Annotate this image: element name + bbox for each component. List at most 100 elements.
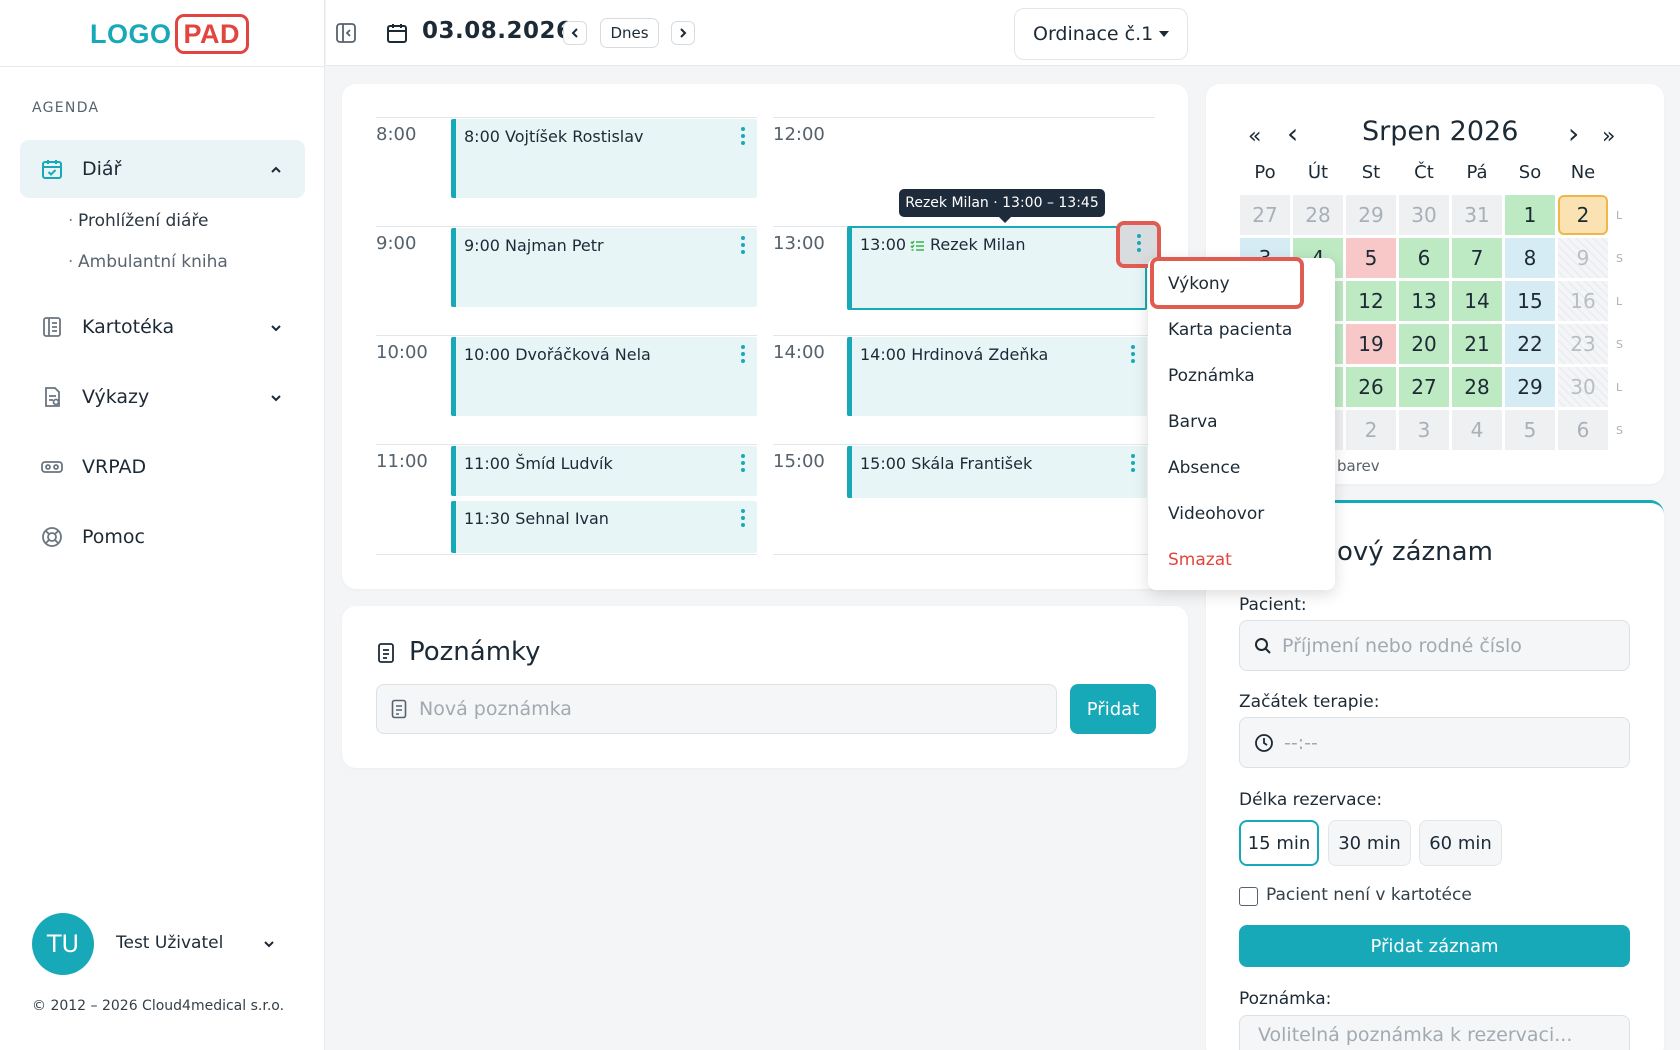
office-select[interactable]: Ordinace č.1	[1014, 8, 1188, 60]
appointment-slot[interactable]: 9:00 Najman Petr	[451, 228, 757, 307]
calendar-day[interactable]: 6	[1558, 410, 1608, 450]
calendar-day[interactable]: 3	[1399, 410, 1449, 450]
calendar-day[interactable]: 27	[1399, 367, 1449, 407]
search-icon	[1254, 637, 1272, 655]
menu-item-smazat[interactable]: Smazat	[1168, 550, 1232, 570]
appointment-slot[interactable]: 15:00 Skála František	[847, 446, 1147, 498]
calendar-day[interactable]: 29	[1346, 195, 1396, 235]
appointment-slot[interactable]: 8:00 Vojtíšek Rostislav	[451, 119, 757, 198]
calendar-day[interactable]: 26	[1346, 367, 1396, 407]
chevron-down-icon[interactable]	[262, 937, 276, 951]
calendar-day[interactable]: 29	[1505, 367, 1555, 407]
hour-line	[376, 444, 757, 445]
patient-search-input[interactable]: Příjmení nebo rodné číslo	[1239, 620, 1630, 671]
sidebar-toggle-icon[interactable]	[335, 22, 357, 44]
logo-text-pad: PAD	[174, 14, 250, 54]
calendar-day[interactable]: 15	[1505, 281, 1555, 321]
calendar-day[interactable]: 9	[1558, 238, 1608, 278]
subnav-prohlizeni-diare[interactable]: Prohlížení diáře	[68, 211, 209, 231]
menu-item-karta-pacienta[interactable]: Karta pacienta	[1168, 320, 1292, 340]
prev-day-button[interactable]	[563, 21, 587, 45]
duration-60-button[interactable]: 60 min	[1419, 820, 1502, 866]
subnav-ambulantni-kniha[interactable]: Ambulantní kniha	[68, 252, 228, 272]
calendar-day[interactable]: 28	[1293, 195, 1343, 235]
calendar-day[interactable]: 1	[1505, 195, 1555, 235]
vr-headset-icon	[40, 455, 64, 479]
calendar-day[interactable]: 12	[1346, 281, 1396, 321]
add-record-button[interactable]: Přidat záznam	[1239, 925, 1630, 967]
appointment-slot[interactable]: 10:00 Dvořáčková Nela	[451, 337, 757, 416]
calendar-day[interactable]: 22	[1505, 324, 1555, 364]
not-in-registry-checkbox[interactable]	[1239, 887, 1258, 906]
office-select-value: Ordinace č.1	[1033, 23, 1154, 45]
calendar-day[interactable]: 20	[1399, 324, 1449, 364]
calendar-day[interactable]: 31	[1452, 195, 1502, 235]
calendar-day[interactable]: 27	[1240, 195, 1290, 235]
more-vertical-icon[interactable]	[1131, 454, 1135, 475]
next-day-button[interactable]	[671, 21, 695, 45]
calendar-day[interactable]: 28	[1452, 367, 1502, 407]
menu-item-absence[interactable]: Absence	[1168, 458, 1240, 478]
menu-item-videohovor[interactable]: Videohovor	[1168, 504, 1264, 524]
calendar-day[interactable]: 23	[1558, 324, 1608, 364]
sidebar-item-kartoteka[interactable]: Kartotéka	[20, 298, 305, 356]
calendar-day[interactable]: 30	[1558, 367, 1608, 407]
hour-label: 9:00	[376, 233, 417, 254]
more-vertical-icon[interactable]	[1131, 345, 1135, 366]
appointment-slot-selected[interactable]: 13:00 Rezek Milan	[847, 226, 1147, 310]
appointment-slot[interactable]: 11:30 Sehnal Ivan	[451, 501, 757, 553]
sidebar-item-vykazy[interactable]: Výkazy	[20, 368, 305, 426]
new-note-input[interactable]: Nová poznámka	[376, 684, 1057, 734]
reservation-note-placeholder: Volitelná poznámka k rezervaci...	[1258, 1024, 1573, 1046]
not-in-registry-label[interactable]: Pacient není v kartotéce	[1266, 885, 1472, 905]
calendar-day[interactable]: 8	[1505, 238, 1555, 278]
duration-30-button[interactable]: 30 min	[1328, 820, 1411, 866]
more-vertical-icon[interactable]	[741, 127, 745, 148]
note-icon	[391, 699, 407, 719]
appointment-slot[interactable]: 11:00 Šmíd Ludvík	[451, 446, 757, 496]
menu-item-poznamka[interactable]: Poznámka	[1168, 366, 1255, 386]
start-time-input[interactable]: --:--	[1239, 717, 1630, 768]
next-year-icon[interactable]: »	[1602, 124, 1615, 149]
avatar[interactable]: TU	[32, 913, 94, 975]
current-date[interactable]: 03.08.2026	[422, 18, 573, 44]
sidebar-item-pomoc[interactable]: Pomoc	[20, 508, 305, 566]
user-name[interactable]: Test Uživatel	[116, 933, 223, 953]
calendar-day[interactable]: 4	[1452, 410, 1502, 450]
calendar-day[interactable]: 5	[1346, 238, 1396, 278]
add-note-button[interactable]: Přidat	[1070, 684, 1156, 734]
calendar-day[interactable]: 2	[1346, 410, 1396, 450]
sidebar-item-label: Pomoc	[82, 526, 145, 548]
hour-label: 12:00	[773, 124, 825, 145]
notes-title: Poznámky	[409, 637, 541, 667]
calendar-day[interactable]: 19	[1346, 324, 1396, 364]
sidebar-item-vrpad[interactable]: VRPAD	[20, 438, 305, 496]
more-vertical-icon[interactable]	[741, 454, 745, 475]
calendar-day[interactable]: 21	[1452, 324, 1502, 364]
hour-line	[773, 554, 1155, 555]
today-button[interactable]: Dnes	[600, 18, 659, 48]
hour-label: 11:00	[376, 451, 428, 472]
calendar-day[interactable]: 14	[1452, 281, 1502, 321]
more-vertical-icon[interactable]	[741, 236, 745, 257]
appointment-text: 11:00 Šmíd Ludvík	[464, 454, 613, 473]
calendar-day[interactable]: 13	[1399, 281, 1449, 321]
calendar-day[interactable]: 30	[1399, 195, 1449, 235]
more-vertical-icon[interactable]	[741, 509, 745, 530]
next-month-icon[interactable]: ›	[1568, 117, 1579, 150]
calendar-day[interactable]: 16	[1558, 281, 1608, 321]
calendar-day[interactable]: 5	[1505, 410, 1555, 450]
calendar-day[interactable]: 6	[1399, 238, 1449, 278]
appointment-slot[interactable]: 14:00 Hrdinová Zdeňka	[847, 337, 1147, 416]
logo[interactable]: LOGO PAD	[90, 12, 250, 56]
calendar-day[interactable]: 2	[1558, 195, 1608, 235]
menu-item-barva[interactable]: Barva	[1168, 412, 1218, 432]
calendar-icon[interactable]	[385, 21, 409, 45]
prev-month-icon[interactable]: ‹	[1287, 117, 1298, 150]
duration-15-button[interactable]: 15 min	[1239, 820, 1319, 866]
more-vertical-icon[interactable]	[741, 345, 745, 366]
reservation-note-input[interactable]: Volitelná poznámka k rezervaci...	[1239, 1015, 1630, 1050]
sidebar-item-diar[interactable]: Diář	[20, 140, 305, 198]
calendar-day[interactable]: 7	[1452, 238, 1502, 278]
prev-year-icon[interactable]: «	[1248, 124, 1261, 149]
